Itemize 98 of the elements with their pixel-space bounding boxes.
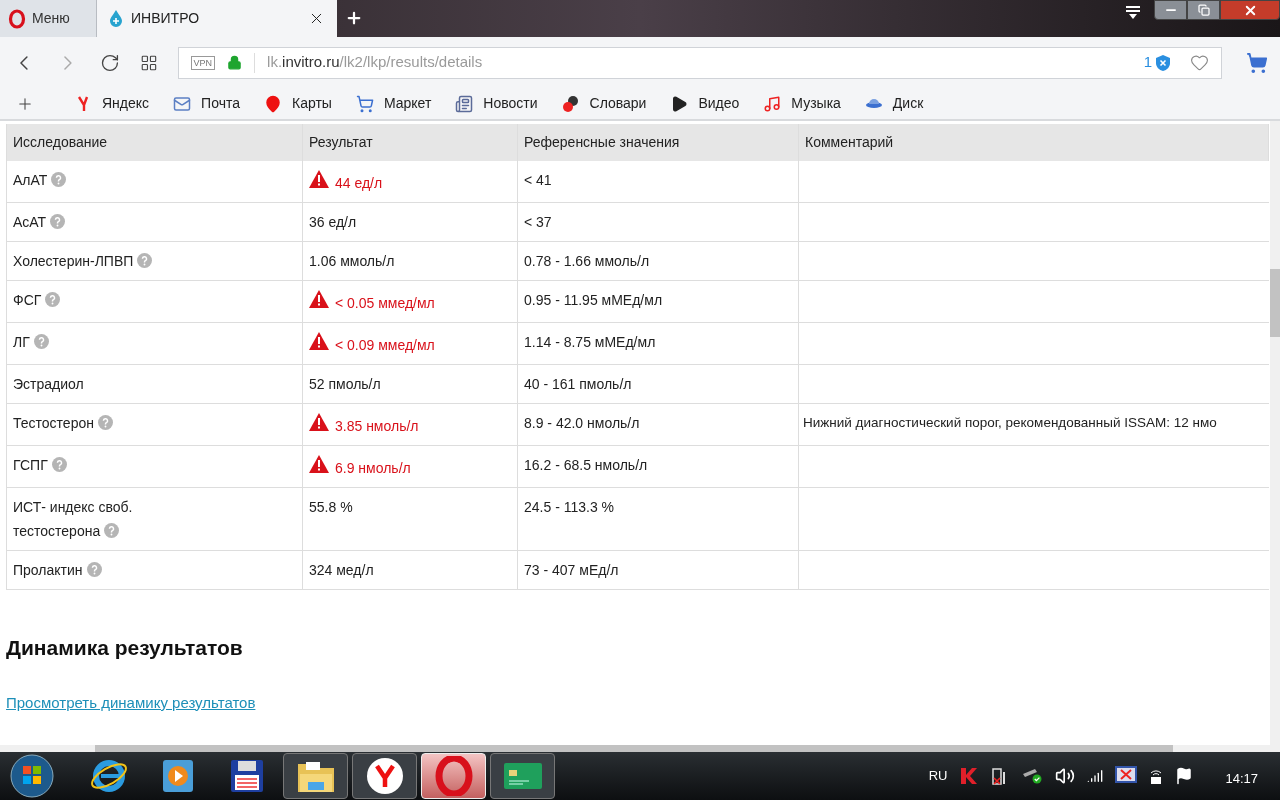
mail-icon [173, 94, 192, 113]
table-cell: АлАТ [13, 168, 67, 192]
bookmark-link[interactable]: Видео [670, 93, 740, 114]
table-cell-text: Эстрадиол [13, 375, 84, 394]
restore-icon [1197, 4, 1210, 16]
news-icon [455, 94, 474, 113]
cart-icon [355, 94, 374, 113]
warning-icon [309, 413, 329, 431]
taskbar-button[interactable] [283, 753, 348, 799]
map-pin-icon [264, 94, 282, 113]
table-cell: 0.95 - 11.95 мМЕд/мл [524, 292, 663, 308]
warning-icon [309, 170, 329, 188]
result-value: 44 ед/л [335, 174, 383, 193]
result-value: 36 ед/л [309, 213, 357, 232]
signal-icon[interactable] [1087, 768, 1104, 784]
close-window-button[interactable] [1220, 0, 1280, 20]
yandex-browser-icon [365, 757, 404, 795]
dynamics-link[interactable]: Просмотреть динамику результатов [6, 691, 256, 714]
warning-icon [309, 332, 329, 350]
dictionary-icon [561, 94, 580, 113]
tab-list-icon[interactable] [1124, 6, 1142, 20]
bookmark-link[interactable]: Почта [173, 93, 240, 114]
bookmark-link[interactable]: Диск [864, 93, 924, 114]
heart-icon[interactable] [1190, 53, 1210, 72]
result-value: < 0.09 ммед/мл [335, 336, 435, 355]
cart-icon[interactable] [1246, 51, 1268, 74]
vpn-badge[interactable]: VPN [190, 55, 216, 70]
start-icon[interactable] [10, 754, 54, 798]
table-cell: АсАТ [13, 210, 66, 234]
column-header: Комментарий [799, 124, 1269, 161]
table-cell: Тестостерон [13, 411, 113, 435]
lock-icon[interactable] [227, 55, 243, 70]
horizontal-scrollbar[interactable] [0, 745, 1280, 752]
result-value: 52 пмоль/л [309, 375, 381, 394]
restore-button[interactable] [1187, 0, 1220, 20]
video-icon [670, 94, 689, 113]
table-cell: 1.14 - 8.75 мМЕд/мл [524, 334, 656, 350]
reload-icon[interactable] [99, 52, 120, 73]
table-cell: Пролактин [13, 558, 102, 582]
flag-icon[interactable] [1175, 767, 1194, 785]
result-value: < 0.05 ммед/мл [335, 294, 435, 313]
table-cell: 40 - 161 пмоль/л [524, 376, 632, 392]
result-value: 3.85 нмоль/л [335, 417, 419, 436]
opera-icon [434, 756, 473, 796]
antivirus-icon[interactable] [959, 766, 980, 786]
media-player-icon [160, 758, 195, 794]
result-value: 55.8 % [309, 498, 353, 517]
browser-tab[interactable]: ИНВИТРО [97, 0, 337, 37]
tracker-count[interactable]: 1 [1143, 51, 1153, 74]
table-cell: ФСГ [13, 288, 61, 312]
table-cell: Холестерин-ЛПВП [13, 249, 153, 273]
table-cell: 0.78 - 1.66 ммоль/л [524, 253, 650, 269]
column-header: Результат [303, 124, 518, 161]
vertical-scrollbar[interactable] [1270, 121, 1280, 745]
bookmark-link[interactable]: Карты [264, 93, 332, 114]
minimize-button[interactable] [1154, 0, 1187, 20]
menu-button[interactable]: Меню [0, 0, 97, 37]
table-cell: Нижний диагностический порог, рекомендованный ISSAM: 12 нмо [803, 415, 1217, 430]
table-cell: 24.5 - 113.3 % [524, 499, 615, 515]
volume-icon[interactable] [1055, 766, 1076, 786]
table-cell: ЛГ [13, 330, 49, 354]
table-cell: 16.2 - 68.5 нмоль/л [524, 457, 648, 473]
section-heading: Динамика результатов [6, 635, 244, 661]
drop-icon [109, 10, 123, 27]
table-cell-text: ИСТ- индекс своб. тестостерона [13, 498, 134, 541]
opera-logo-icon [8, 8, 26, 29]
column-header: Референсные значения [518, 124, 799, 161]
column-header: Исследование [7, 124, 303, 161]
table-cell: 73 - 407 мЕд/л [524, 562, 619, 578]
monitor-icon[interactable] [1115, 766, 1138, 786]
language-indicator[interactable]: RU [928, 766, 948, 786]
result-value: 324 мед/л [309, 561, 374, 580]
table-cell: < 41 [524, 172, 552, 188]
bookmark-link[interactable]: Новости [455, 93, 538, 114]
address-field[interactable]: VPN lk.invitro.ru/lk2/lkp/results/details 1 [177, 46, 1223, 79]
tab-title: ИНВИТРО [131, 9, 201, 28]
warning-icon [309, 455, 329, 473]
result-value: 1.06 ммоль/л [309, 252, 395, 271]
table-cell: < 37 [524, 214, 552, 230]
bookmark-link[interactable]: Маркет [355, 93, 432, 114]
wifi-lock-icon[interactable] [1149, 767, 1164, 785]
bookmark-link[interactable]: Словари [561, 93, 647, 114]
network-icon[interactable] [1021, 768, 1044, 784]
warning-icon [309, 290, 329, 308]
card-icon [503, 763, 542, 789]
url-text: lk.invitro.ru/lk2/lkp/results/details [267, 52, 484, 73]
bookmark-link[interactable]: Яндекс [74, 93, 150, 114]
bookmark-link[interactable]: Музыка [763, 93, 841, 114]
table-cell: ГСПГ [13, 453, 67, 477]
new-tab-icon[interactable] [345, 9, 363, 27]
result-value: 6.9 нмоль/л [335, 459, 411, 478]
taskbar-button[interactable] [490, 753, 555, 799]
table-cell: 8.9 - 42.0 нмоль/л [524, 415, 640, 431]
clock[interactable]: 14:17 [1225, 769, 1258, 789]
taskbar-button[interactable] [352, 753, 417, 799]
shield-icon[interactable] [1156, 54, 1171, 71]
music-icon [763, 94, 782, 113]
speed-dial-icon[interactable] [139, 53, 158, 72]
